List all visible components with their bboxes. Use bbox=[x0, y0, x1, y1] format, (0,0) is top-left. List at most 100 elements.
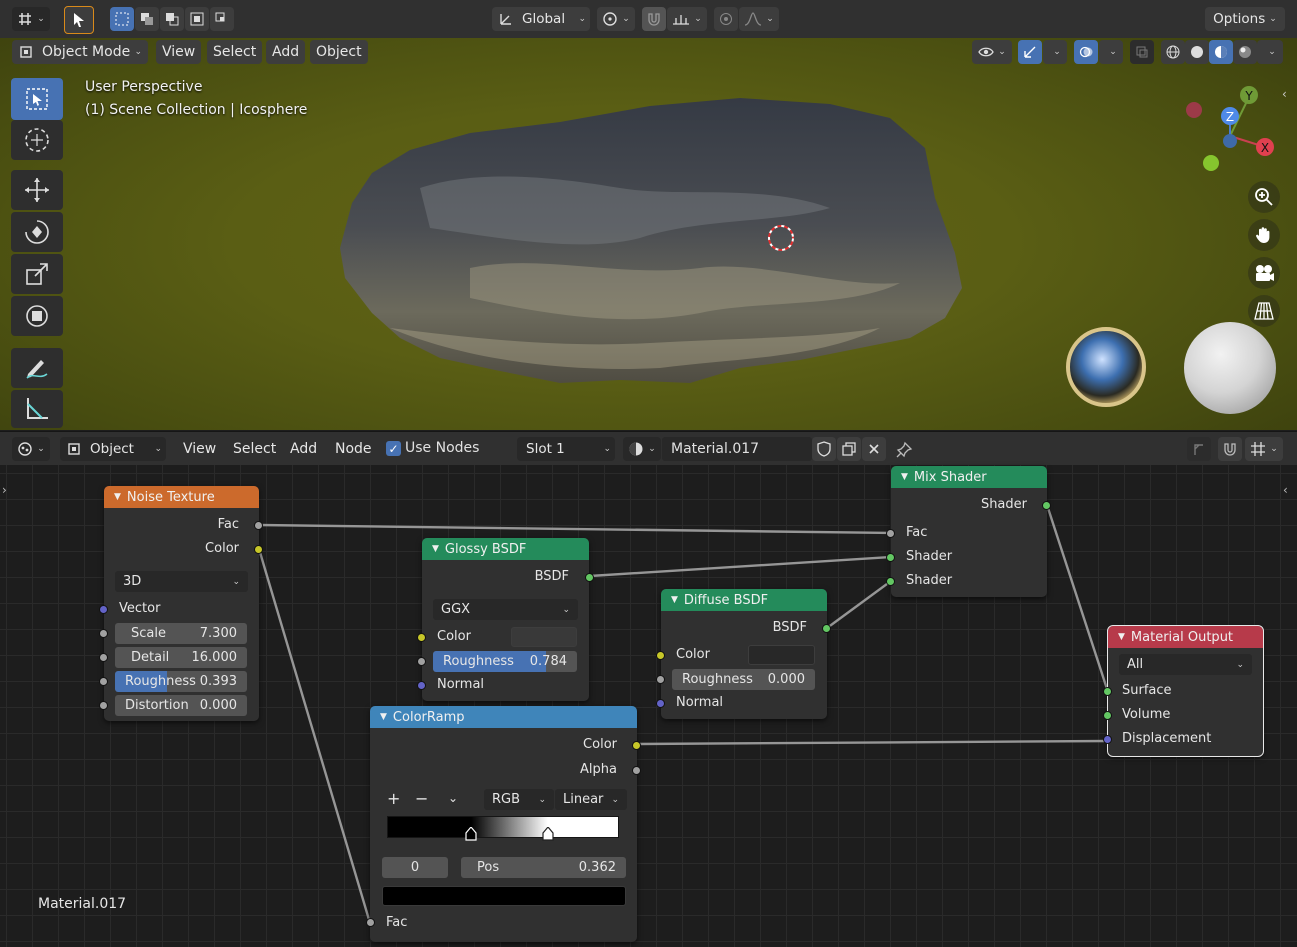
node-editor-type-button[interactable]: ⌄ bbox=[12, 437, 50, 461]
output-surface-socket[interactable] bbox=[1103, 687, 1112, 696]
ramp-color-mode-dropdown[interactable]: RGB ⌄ bbox=[484, 789, 554, 810]
collapse-icon[interactable]: ▼ bbox=[114, 492, 121, 502]
collapse-icon[interactable]: ▼ bbox=[380, 712, 387, 722]
select-intersect-icon[interactable] bbox=[210, 7, 234, 31]
tool-transform[interactable] bbox=[11, 296, 63, 336]
material-output-header[interactable]: ▼ Material Output bbox=[1108, 626, 1263, 648]
select-extend-icon[interactable] bbox=[135, 7, 159, 31]
ramp-add-stop-button[interactable]: + bbox=[387, 789, 400, 808]
mix-shader-node[interactable]: ▼ Mix Shader Shader Fac Shader Shader bbox=[886, 466, 1051, 597]
mix-shader1-socket[interactable] bbox=[886, 553, 895, 562]
noise-distortion-socket[interactable] bbox=[99, 701, 108, 710]
ramp-gradient-bar[interactable] bbox=[387, 816, 619, 841]
ramp-out-alpha-socket[interactable] bbox=[632, 766, 641, 775]
ortho-grid-icon[interactable] bbox=[1248, 295, 1280, 327]
unlink-material-button[interactable] bbox=[862, 437, 886, 461]
parent-node-tree-button[interactable] bbox=[1187, 437, 1211, 461]
ramp-remove-stop-button[interactable]: − bbox=[415, 789, 428, 808]
collapse-icon[interactable]: ▼ bbox=[671, 595, 678, 605]
ramp-stop-black[interactable] bbox=[465, 826, 477, 841]
node-menu-view[interactable]: View bbox=[177, 437, 222, 461]
mix-out-shader-socket[interactable] bbox=[1042, 501, 1051, 510]
tool-select-box[interactable] bbox=[11, 78, 63, 120]
tool-scale[interactable] bbox=[11, 254, 63, 294]
node-snap-target-button[interactable]: ⌄ bbox=[1245, 437, 1283, 461]
material-output-node[interactable]: ▼ Material Output All ⌄ Surface Volume Dis… bbox=[1103, 625, 1264, 757]
node-editor-canvas[interactable]: › ‹ ▼ Noise Texture Fac Color 3D ⌄ Vector … bbox=[0, 465, 1297, 947]
select-subtract-icon[interactable] bbox=[160, 7, 184, 31]
sidebar-expand-icon[interactable]: ‹ bbox=[1283, 483, 1288, 497]
duplicate-material-button[interactable] bbox=[837, 437, 861, 461]
gizmo-toggle[interactable] bbox=[1018, 40, 1042, 64]
noise-detail-socket[interactable] bbox=[99, 653, 108, 662]
gizmo-dropdown[interactable]: ⌄ bbox=[1043, 40, 1067, 64]
collapse-icon[interactable]: ▼ bbox=[901, 472, 908, 482]
diffuse-color-swatch[interactable] bbox=[748, 645, 815, 665]
viewport-menu-add[interactable]: Add bbox=[266, 40, 306, 64]
diffuse-bsdf-node[interactable]: ▼ Diffuse BSDF BSDF Color Roughness 0.000 … bbox=[656, 589, 831, 719]
tool-annotate[interactable] bbox=[11, 348, 63, 388]
shading-material-preview[interactable] bbox=[1209, 40, 1233, 64]
tool-move[interactable] bbox=[11, 170, 63, 210]
diffuse-normal-socket[interactable] bbox=[656, 699, 665, 708]
sidebar-expand-icon[interactable]: ‹ bbox=[1282, 87, 1287, 101]
ramp-interpolation-dropdown[interactable]: Linear ⌄ bbox=[555, 789, 627, 810]
ramp-active-index-field[interactable]: 0 bbox=[382, 857, 448, 878]
ramp-pos-field[interactable]: Pos 0.362 bbox=[461, 857, 626, 878]
noise-dimension-dropdown[interactable]: 3D ⌄ bbox=[115, 571, 248, 592]
output-volume-socket[interactable] bbox=[1103, 711, 1112, 720]
mix-shader-header[interactable]: ▼ Mix Shader bbox=[891, 466, 1047, 488]
snap-toggle[interactable] bbox=[642, 7, 666, 31]
glossy-out-bsdf-socket[interactable] bbox=[585, 573, 594, 582]
noise-texture-node[interactable]: ▼ Noise Texture Fac Color 3D ⌄ Vector Scal… bbox=[99, 486, 263, 721]
output-displacement-socket[interactable] bbox=[1103, 735, 1112, 744]
toolbar-expand-icon[interactable]: › bbox=[2, 483, 7, 497]
proportional-edit-toggle[interactable] bbox=[714, 7, 738, 31]
collapse-icon[interactable]: ▼ bbox=[1118, 632, 1125, 642]
object-mode-dropdown[interactable]: Object Mode ⌄ bbox=[12, 40, 148, 64]
noise-scale-socket[interactable] bbox=[99, 629, 108, 638]
glossy-bsdf-node[interactable]: ▼ Glossy BSDF BSDF GGX ⌄ Color Roughness 0.… bbox=[417, 538, 594, 701]
noise-texture-header[interactable]: ▼ Noise Texture bbox=[104, 486, 259, 508]
material-browse-button[interactable]: ⌄ bbox=[623, 437, 661, 461]
tool-rotate[interactable] bbox=[11, 212, 63, 252]
output-target-dropdown[interactable]: All ⌄ bbox=[1119, 654, 1252, 675]
ramp-in-fac-socket[interactable] bbox=[366, 918, 375, 927]
viewport-menu-view[interactable]: View bbox=[156, 40, 202, 64]
slot-dropdown[interactable]: Slot 1 ⌄ bbox=[517, 437, 615, 461]
noise-distortion-field[interactable]: Distortion 0.000 bbox=[115, 695, 247, 716]
pan-hand-icon[interactable] bbox=[1248, 219, 1280, 251]
glossy-roughness-slider[interactable]: Roughness 0.784 bbox=[433, 651, 577, 672]
overlays-toggle[interactable] bbox=[1074, 40, 1098, 64]
transform-orientation-dropdown[interactable]: Global ⌄ bbox=[492, 7, 590, 31]
ramp-stop-color-swatch[interactable] bbox=[382, 886, 626, 906]
glossy-normal-socket[interactable] bbox=[417, 681, 426, 690]
overlays-dropdown[interactable]: ⌄ bbox=[1099, 40, 1123, 64]
ramp-stop-white[interactable] bbox=[542, 826, 554, 841]
shading-dropdown[interactable]: ⌄ bbox=[1257, 40, 1283, 64]
diffuse-color-socket[interactable] bbox=[656, 651, 665, 660]
colorramp-node[interactable]: ▼ ColorRamp Color Alpha + − ⌄ RGB ⌄ Linear… bbox=[370, 706, 641, 942]
colorramp-header[interactable]: ▼ ColorRamp bbox=[370, 706, 637, 728]
node-menu-select[interactable]: Select bbox=[227, 437, 282, 461]
noise-vector-socket[interactable] bbox=[99, 605, 108, 614]
glossy-color-swatch[interactable] bbox=[511, 627, 577, 647]
shading-rendered[interactable] bbox=[1233, 40, 1257, 64]
noise-out-fac-socket[interactable] bbox=[254, 521, 263, 530]
collapse-icon[interactable]: ▼ bbox=[432, 544, 439, 554]
glossy-bsdf-header[interactable]: ▼ Glossy BSDF bbox=[422, 538, 589, 560]
shading-wireframe[interactable] bbox=[1161, 40, 1185, 64]
mix-fac-socket[interactable] bbox=[886, 529, 895, 538]
node-snap-toggle[interactable] bbox=[1218, 437, 1242, 461]
viewport-menu-object[interactable]: Object bbox=[310, 40, 368, 64]
shader-type-dropdown[interactable]: Object ⌄ bbox=[60, 437, 166, 461]
diffuse-roughness-field[interactable]: Roughness 0.000 bbox=[672, 669, 815, 690]
ramp-specials-chevron-down-icon[interactable]: ⌄ bbox=[448, 791, 458, 805]
noise-out-color-socket[interactable] bbox=[254, 545, 263, 554]
snap-target-button[interactable]: ⌄ bbox=[667, 7, 707, 31]
noise-detail-field[interactable]: Detail 16.000 bbox=[115, 647, 247, 668]
diffuse-out-bsdf-socket[interactable] bbox=[822, 624, 831, 633]
material-name-field[interactable]: Material.017 bbox=[662, 437, 812, 461]
noise-roughness-socket[interactable] bbox=[99, 677, 108, 686]
select-tool-icon[interactable] bbox=[64, 6, 94, 34]
